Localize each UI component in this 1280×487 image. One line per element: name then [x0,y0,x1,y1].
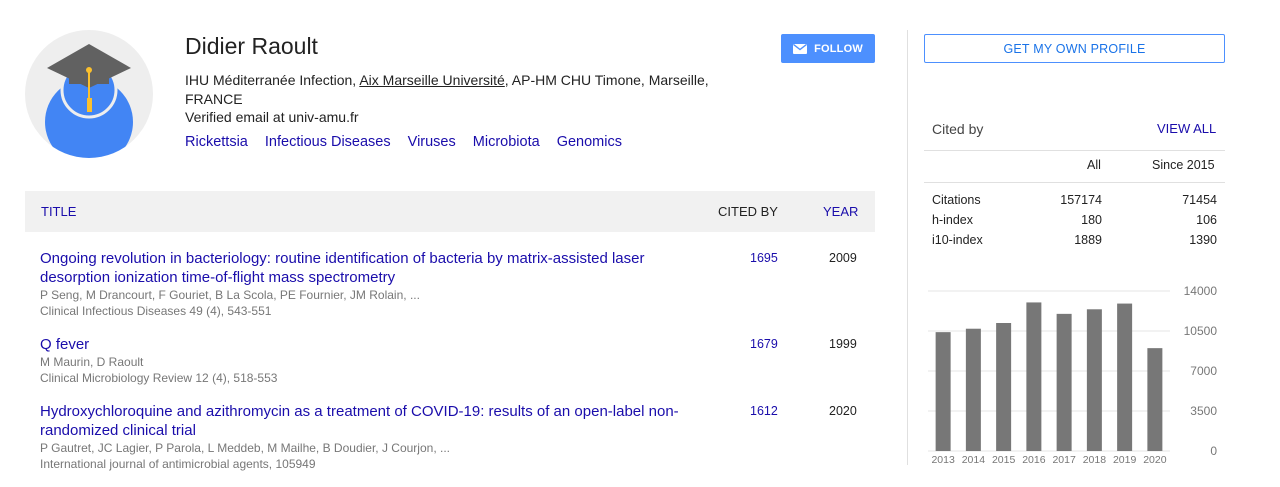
citations-per-year-chart: 14000 10500 7000 3500 0 2013 2014 2015 2016 2017 2… [928,284,1218,466]
stat-label: Citations [932,193,981,207]
article-cited-count[interactable]: 1679 [750,337,778,351]
citation-bar-2015[interactable] [996,323,1012,451]
y-tick-label: 7000 [1190,364,1217,378]
article-row: Q fever M Maurin, D Raoult Clinical Micr… [40,335,875,386]
citation-bar-2014[interactable] [965,328,981,451]
interest-link[interactable]: Microbiota [473,134,540,150]
stat-row-h-index: h-index 180 106 [932,213,1217,231]
x-tick-label: 2017 [1052,454,1076,466]
article-authors: M Maurin, D Raoult [40,355,144,369]
article-row: Ongoing revolution in bacteriology: rout… [40,249,875,319]
stat-label: h-index [932,213,973,227]
follow-button[interactable]: FOLLOW [781,34,875,63]
sort-by-cited[interactable]: CITED BY [718,204,778,219]
divider [924,182,1225,183]
x-tick-label: 2016 [1022,454,1046,466]
x-tick-label: 2019 [1113,454,1137,466]
view-all-link[interactable]: VIEW ALL [1157,121,1216,136]
profile-name: Didier Raoult [185,33,318,59]
affiliation-text: IHU Méditerranée Infection, [185,72,360,88]
article-cited-count[interactable]: 1612 [750,404,778,418]
column-divider [907,30,908,465]
envelope-icon [793,43,808,54]
x-tick-label: 2014 [962,454,986,466]
citation-bar-2017[interactable] [1056,313,1072,451]
x-tick-label: 2020 [1143,454,1167,466]
graduate-avatar-icon [45,44,133,158]
stat-since: 71454 [1182,193,1217,207]
citation-bar-2013[interactable] [935,332,951,451]
citation-bar-2019[interactable] [1117,303,1133,451]
cited-by-heading: Cited by [932,121,984,137]
article-venue: International journal of antimicrobial a… [40,457,316,471]
sort-by-title[interactable]: TITLE [41,204,76,219]
citation-bar-2016[interactable] [1026,302,1042,451]
y-tick-label: 0 [1210,444,1217,458]
article-authors: P Gautret, JC Lagier, P Parola, L Meddeb… [40,441,450,455]
article-cited-count[interactable]: 1695 [750,251,778,265]
article-row: Hydroxychloroquine and azithromycin as a… [40,402,875,472]
stat-row-citations: Citations 157174 71454 [932,193,1217,211]
y-tick-label: 3500 [1190,404,1217,418]
article-title-link[interactable]: Ongoing revolution in bacteriology: rout… [40,249,700,287]
article-venue: Clinical Microbiology Review 12 (4), 518… [40,371,278,385]
article-year: 1999 [829,337,857,351]
stat-since: 106 [1196,213,1217,227]
col-all-header: All [1087,158,1101,172]
article-year: 2020 [829,404,857,418]
x-tick-label: 2018 [1083,454,1107,466]
stat-all: 1889 [1074,233,1102,247]
divider [924,150,1225,151]
stat-row-i10-index: i10-index 1889 1390 [932,233,1217,251]
stat-label: i10-index [932,233,983,247]
citation-bar-2020[interactable] [1147,348,1163,451]
stat-all: 180 [1081,213,1102,227]
follow-label: FOLLOW [814,42,863,55]
citation-bar-2018[interactable] [1086,309,1102,451]
y-tick-label: 10500 [1184,324,1218,338]
interest-link[interactable]: Infectious Diseases [265,134,391,150]
profile-avatar [25,30,153,158]
y-tick-label: 14000 [1184,284,1218,298]
interest-link[interactable]: Viruses [408,134,456,150]
col-since-header: Since 2015 [1152,158,1215,172]
article-venue: Clinical Infectious Diseases 49 (4), 543… [40,304,272,318]
stat-all: 157174 [1060,193,1102,207]
verified-email: Verified email at univ-amu.fr [185,109,359,125]
article-title-link[interactable]: Hydroxychloroquine and azithromycin as a… [40,402,700,440]
research-interests: Rickettsia Infectious Diseases Viruses M… [185,134,635,150]
affiliation-university-link[interactable]: Aix Marseille Université [359,72,504,88]
article-year: 2009 [829,251,857,265]
x-tick-label: 2013 [931,454,955,466]
sort-by-year[interactable]: YEAR [823,204,858,219]
interest-link[interactable]: Rickettsia [185,134,248,150]
interest-link[interactable]: Genomics [557,134,622,150]
article-authors: P Seng, M Drancourt, F Gouriet, B La Sco… [40,288,420,302]
get-my-own-profile-button[interactable]: GET MY OWN PROFILE [924,34,1225,63]
profile-affiliation: IHU Méditerranée Infection, Aix Marseill… [185,71,765,109]
x-tick-label: 2015 [992,454,1016,466]
article-title-link[interactable]: Q fever [40,335,700,354]
stat-since: 1390 [1189,233,1217,247]
articles-table-header: TITLE CITED BY YEAR [25,191,875,232]
